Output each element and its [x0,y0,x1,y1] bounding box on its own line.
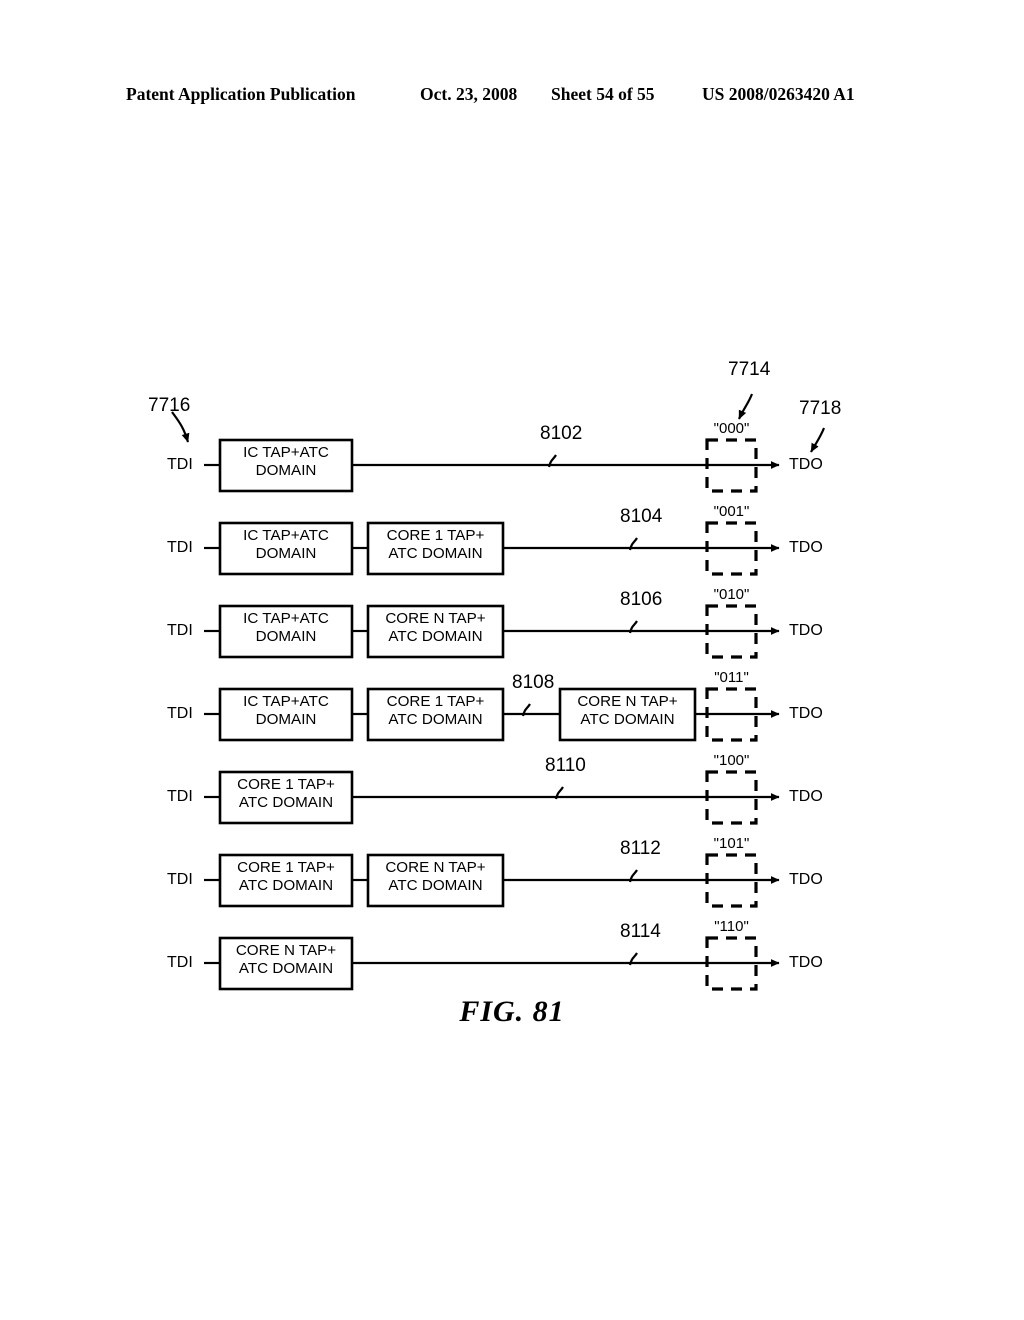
code-label-row-4: "011" [714,669,749,686]
tdo-label-row-2: TDO [789,539,823,556]
code-label-row-1: "000" [713,420,750,437]
reference-7718: 7718 [799,398,842,419]
code-label-row-3: "010" [713,586,750,603]
tdo-label-row-4: TDO [789,705,823,722]
figure-caption: FIG. 81 [459,995,565,1028]
tdi-label-row-4: TDI [167,705,193,722]
reference-8110: 8110 [545,755,586,776]
tdi-label-row-6: TDI [167,871,193,888]
reference-8108: 8108 [512,672,555,693]
code-label-row-7: "110" [714,918,749,935]
reference-7716: 7716 [148,395,191,416]
tdi-label-row-2: TDI [167,539,193,556]
diagram-vector-layer [171,393,826,991]
code-label-row-6: "101" [713,835,750,852]
reference-8102: 8102 [540,423,583,444]
reference-7714: 7714 [728,359,771,380]
tdi-label-row-5: TDI [167,788,193,805]
tdo-label-row-7: TDO [789,954,823,971]
reference-8104: 8104 [620,506,663,527]
reference-8106: 8106 [620,589,663,610]
tdo-label-row-3: TDO [789,622,823,639]
tdo-label-row-6: TDO [789,871,823,888]
reference-8114: 8114 [620,921,661,942]
tdi-label-row-3: TDI [167,622,193,639]
reference-8112: 8112 [620,838,661,859]
tdo-label-row-1: TDO [789,456,823,473]
code-label-row-2: "001" [713,503,750,520]
figure-81-diagram: 7716 7714 7718 TDI IC TAP+ATC DOMAIN 810… [0,0,1024,1320]
code-label-row-5: "100" [713,752,750,769]
tdo-label-row-5: TDO [789,788,823,805]
tdi-label-row-1: TDI [167,456,193,473]
tdi-label-row-7: TDI [167,954,193,971]
